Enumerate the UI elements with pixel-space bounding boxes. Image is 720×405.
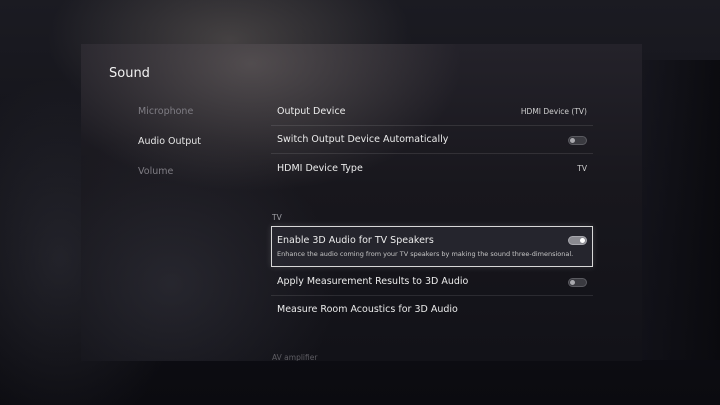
toggle-knob [570,280,575,285]
apply-measurement-label: Apply Measurement Results to 3D Audio [277,276,469,287]
section-label-av-amplifier: AV amplifier [272,353,318,361]
apply-measurement-toggle[interactable] [568,278,587,287]
enable-3d-audio-description: Enhance the audio coming from your TV sp… [277,250,574,258]
toggle-knob [570,138,575,143]
enable-3d-audio-label: Enable 3D Audio for TV Speakers [277,235,434,246]
nav-item-audio-output[interactable]: Audio Output [138,136,201,147]
output-device-row[interactable]: Output Device HDMI Device (TV) [271,98,593,126]
measure-room-row[interactable]: Measure Room Acoustics for 3D Audio [271,296,593,324]
nav-item-microphone[interactable]: Microphone [138,106,193,117]
output-device-label: Output Device [277,106,346,117]
enable-3d-audio-toggle[interactable] [568,236,587,245]
hdmi-device-type-label: HDMI Device Type [277,163,363,174]
switch-output-toggle[interactable] [568,136,587,145]
sound-nav: Microphone Audio Output Volume [138,44,288,361]
background-blur [642,60,720,360]
apply-measurement-row[interactable]: Apply Measurement Results to 3D Audio [271,268,593,296]
output-device-value: HDMI Device (TV) [520,107,587,116]
section-label-tv: TV [272,213,282,222]
screen: Sound Microphone Audio Output Volume Out… [0,0,720,405]
switch-output-row[interactable]: Switch Output Device Automatically [271,126,593,154]
divider [271,153,593,154]
measure-room-label: Measure Room Acoustics for 3D Audio [277,304,458,315]
hdmi-device-type-row[interactable]: HDMI Device Type TV [271,155,593,183]
enable-3d-audio-row[interactable]: Enable 3D Audio for TV Speakers Enhance … [271,226,593,267]
switch-output-label: Switch Output Device Automatically [277,134,449,145]
settings-panel: Sound Microphone Audio Output Volume Out… [81,44,642,361]
nav-item-volume[interactable]: Volume [138,166,173,177]
toggle-knob [580,238,585,243]
hdmi-device-type-value: TV [577,164,587,173]
